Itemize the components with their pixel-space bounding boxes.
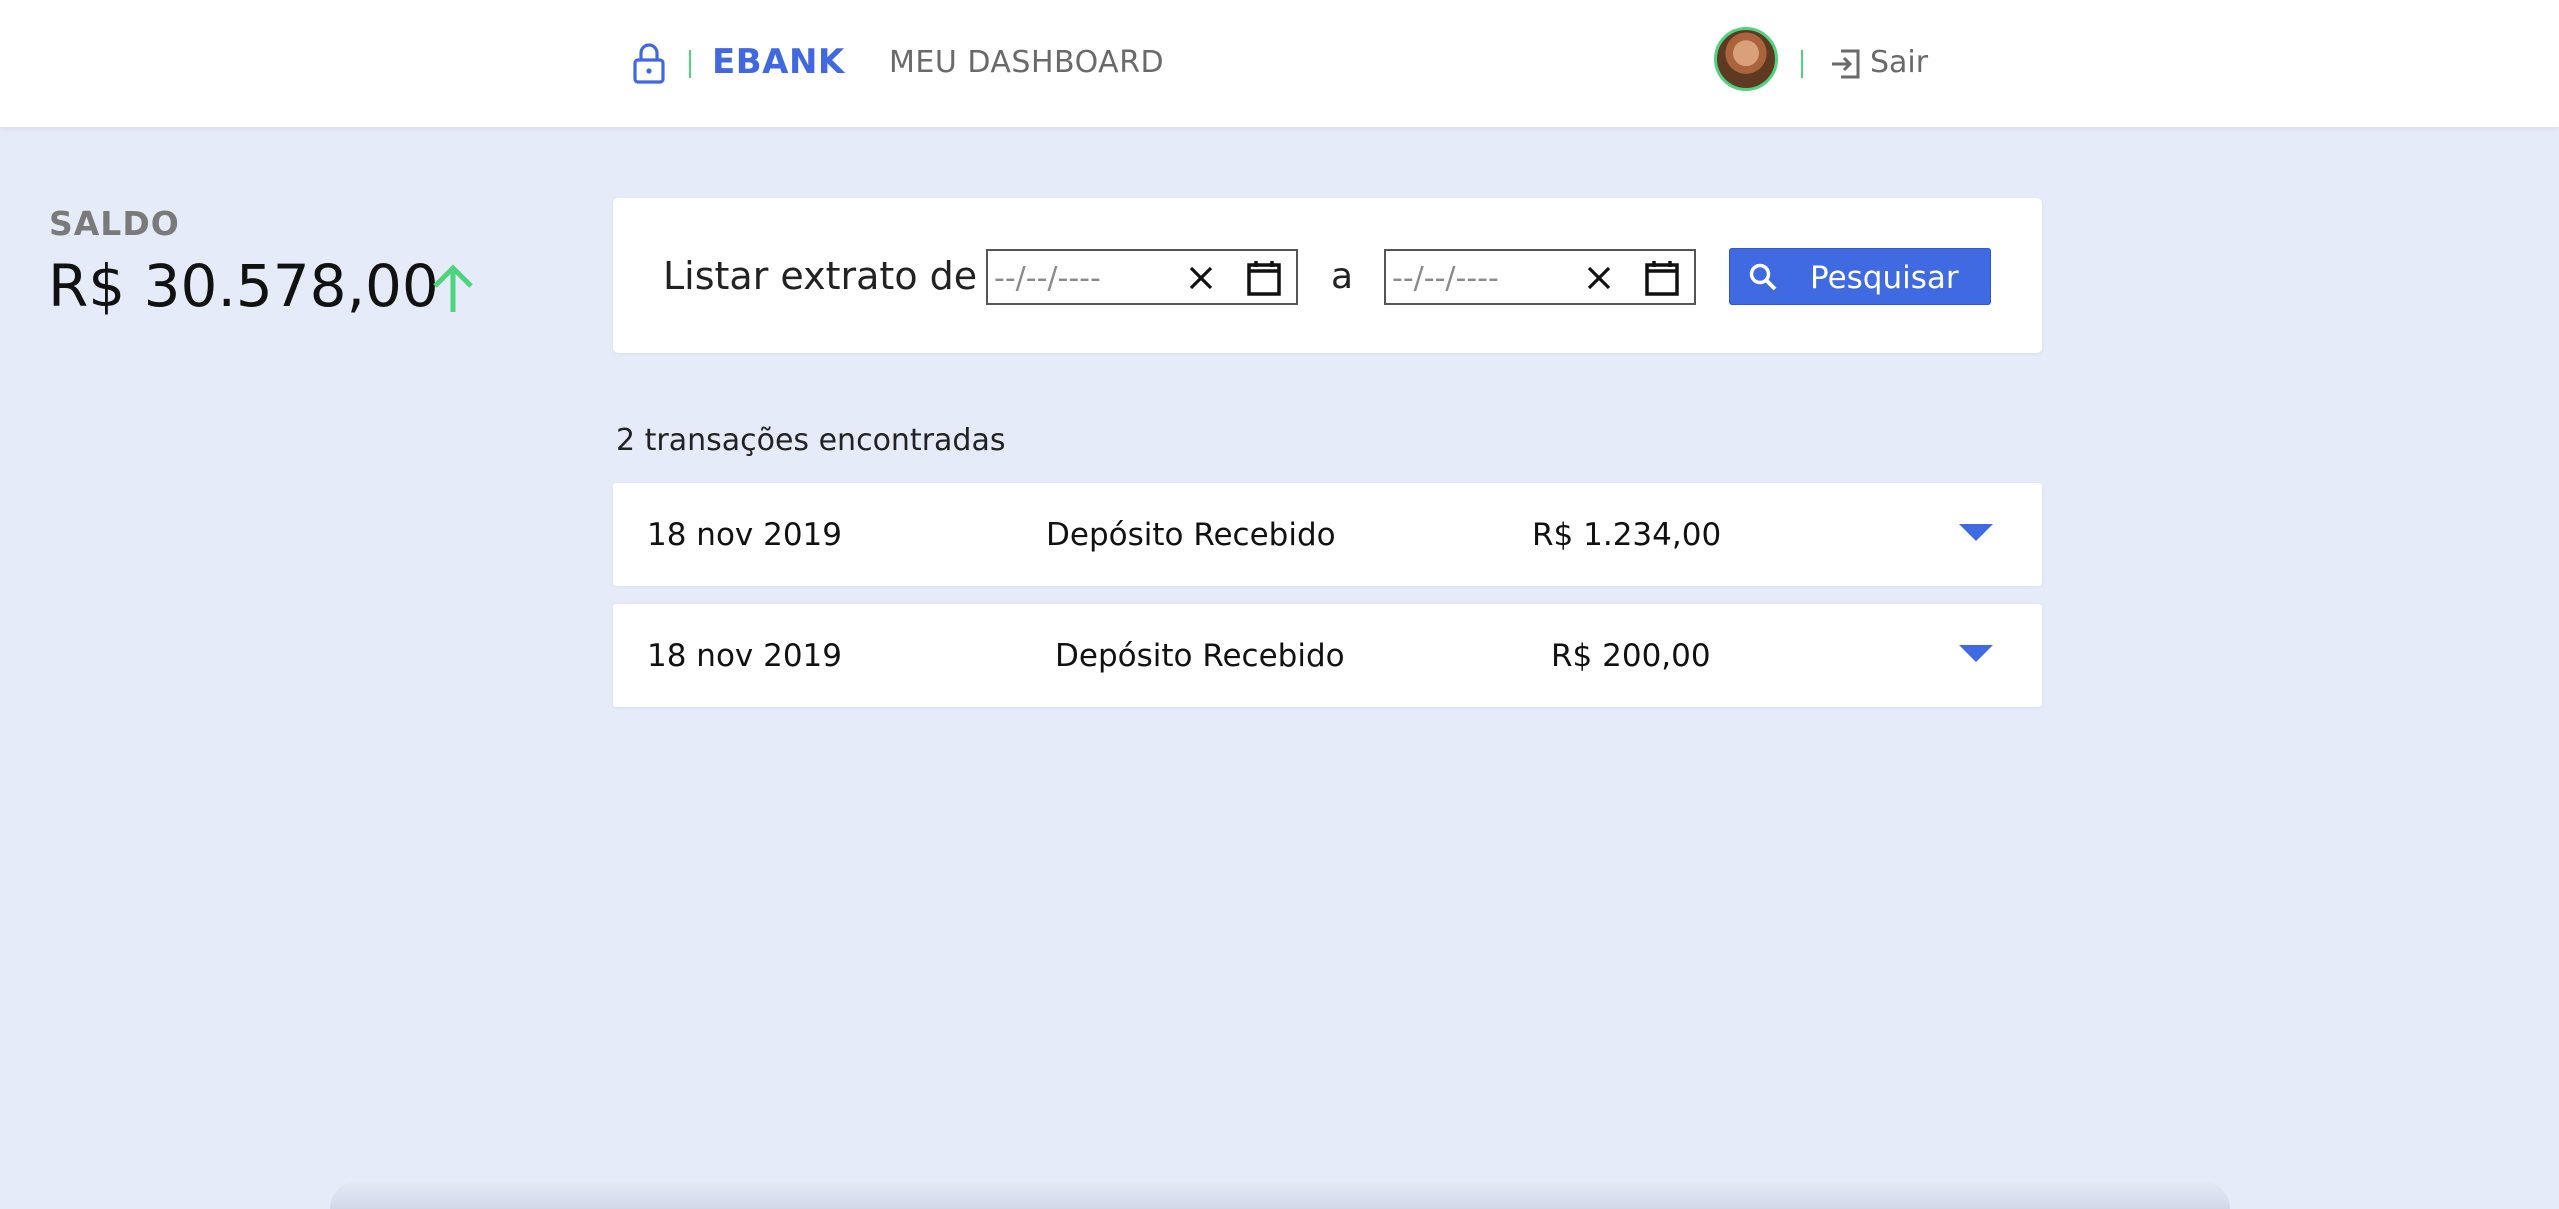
lock-icon <box>633 43 665 84</box>
transaction-date: 18 nov 2019 <box>647 638 843 674</box>
start-date-placeholder: --/--/---- <box>994 261 1101 296</box>
end-date-input[interactable]: --/--/---- <box>1384 249 1696 305</box>
chevron-down-icon[interactable] <box>1958 644 1994 664</box>
date-range-separator: a <box>1331 256 1354 297</box>
close-icon[interactable] <box>1586 265 1612 291</box>
transaction-description: Depósito Recebido <box>1055 638 1345 674</box>
end-date-placeholder: --/--/---- <box>1392 261 1499 296</box>
transaction-row[interactable]: 18 nov 2019 Depósito Recebido R$ 1.234,0… <box>613 483 2042 586</box>
transaction-date: 18 nov 2019 <box>647 517 843 553</box>
avatar[interactable] <box>1714 27 1778 91</box>
divider <box>1801 50 1803 78</box>
start-date-input[interactable]: --/--/---- <box>986 249 1298 305</box>
results-count: 2 transações encontradas <box>616 423 1006 458</box>
arrow-up-icon <box>433 264 473 312</box>
calendar-icon[interactable] <box>1644 259 1680 297</box>
logout-button[interactable]: Sair <box>1870 45 1928 80</box>
divider <box>689 50 691 78</box>
search-button[interactable]: Pesquisar <box>1729 248 1991 305</box>
brand-logo[interactable]: EBANK <box>712 42 845 82</box>
search-icon <box>1749 263 1777 291</box>
filter-label: Listar extrato de <box>663 254 978 298</box>
bottom-shadow <box>330 1180 2230 1209</box>
search-button-label: Pesquisar <box>1810 260 1959 296</box>
transaction-amount: R$ 200,00 <box>1551 638 1711 674</box>
close-icon[interactable] <box>1188 265 1214 291</box>
balance-value: R$ 30.578,00 <box>48 252 439 320</box>
chevron-down-icon[interactable] <box>1958 523 1994 543</box>
calendar-icon[interactable] <box>1246 259 1282 297</box>
nav-dashboard-link[interactable]: MEU DASHBOARD <box>889 45 1164 80</box>
logout-icon[interactable] <box>1829 47 1863 81</box>
top-navbar: EBANK MEU DASHBOARD Sair <box>0 0 2559 127</box>
transaction-description: Depósito Recebido <box>1046 517 1336 553</box>
balance-label: SALDO <box>49 204 180 243</box>
transaction-amount: R$ 1.234,00 <box>1532 517 1722 553</box>
statement-filter-card: Listar extrato de --/--/---- a --/--/---… <box>613 198 2042 353</box>
transaction-row[interactable]: 18 nov 2019 Depósito Recebido R$ 200,00 <box>613 604 2042 707</box>
